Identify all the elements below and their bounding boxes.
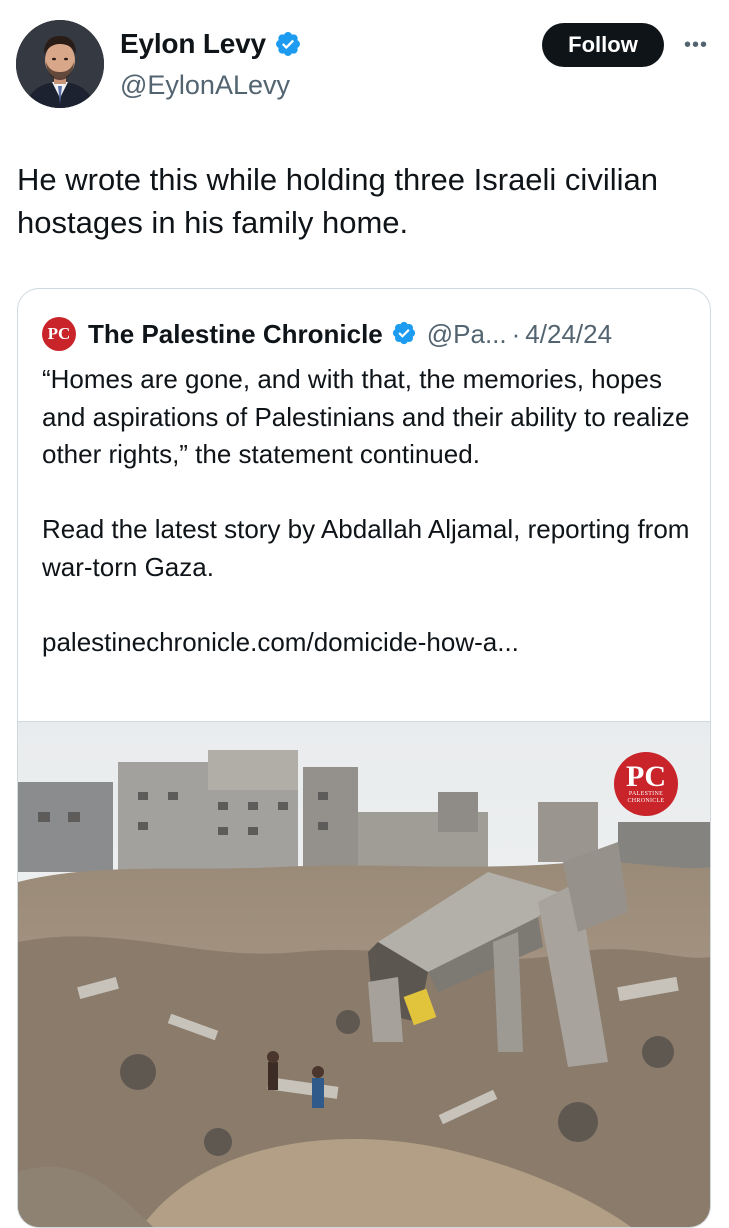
quoted-author-name[interactable]: The Palestine Chronicle — [88, 319, 383, 350]
quoted-tweet-header: PC The Palestine Chronicle @Pa... · 4/24… — [42, 317, 612, 351]
author-handle[interactable]: @EylonALevy — [120, 70, 290, 101]
follow-button[interactable]: Follow — [542, 23, 664, 67]
quoted-paragraph: “Homes are gone, and with that, the memo… — [42, 364, 690, 469]
palestine-chronicle-avatar[interactable]: PC — [42, 317, 76, 351]
author-name-row: Eylon Levy — [120, 28, 302, 60]
palestine-chronicle-logo: PC PALESTINE CHRONICLE — [614, 752, 678, 816]
rubble-photo — [18, 722, 710, 1227]
quoted-media-image[interactable]: PC PALESTINE CHRONICLE — [18, 721, 710, 1227]
verified-badge-icon[interactable] — [274, 30, 302, 58]
verified-badge-icon — [391, 320, 419, 348]
quoted-tweet-body: “Homes are gone, and with that, the memo… — [42, 361, 692, 661]
separator-dot: · — [511, 318, 521, 349]
avatar[interactable] — [16, 20, 104, 108]
quoted-tweet-card[interactable]: PC The Palestine Chronicle @Pa... · 4/24… — [17, 288, 711, 1228]
quoted-date[interactable]: 4/24/24 — [525, 319, 612, 350]
more-options-icon[interactable]: ••• — [680, 30, 712, 60]
tweet-text: He wrote this while holding three Israel… — [17, 162, 658, 240]
quoted-paragraph: Read the latest story by Abdallah Aljama… — [42, 514, 690, 582]
author-display-name[interactable]: Eylon Levy — [120, 28, 266, 60]
tweet: Eylon Levy @EylonALevy Follow ••• He wro… — [0, 0, 729, 1228]
quoted-author-handle[interactable]: @Pa... — [427, 319, 507, 350]
profile-photo — [16, 20, 104, 108]
quoted-link[interactable]: palestinechronicle.com/domicide-how-a... — [42, 624, 692, 662]
